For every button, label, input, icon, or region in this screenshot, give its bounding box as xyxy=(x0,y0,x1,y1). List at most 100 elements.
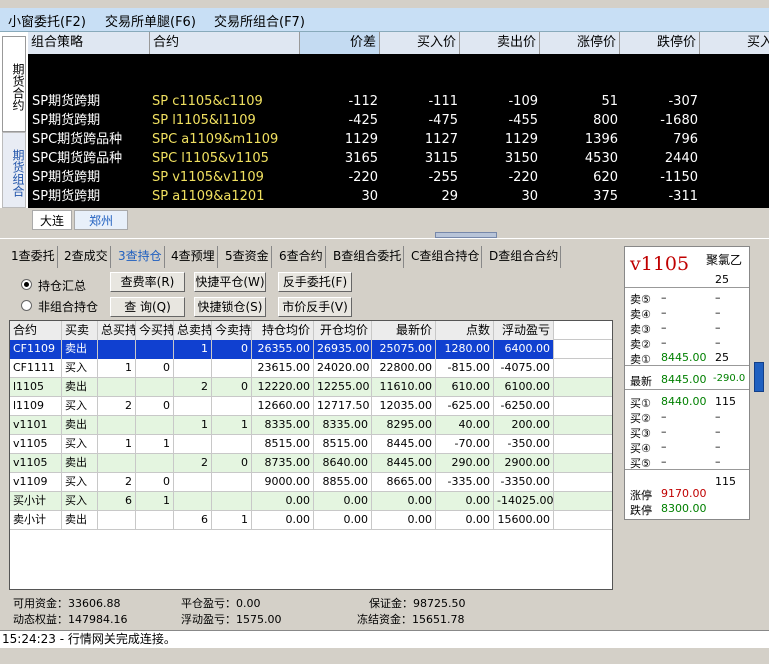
table-row[interactable]: v1105 卖出 2 0 8735.00 8640.00 8445.00 290.00 2900… xyxy=(10,454,612,473)
quote-ask-price[interactable]: – xyxy=(661,336,667,349)
col-total-short[interactable]: 总卖持 xyxy=(174,321,212,340)
col-points[interactable]: 点数 xyxy=(436,321,494,340)
quote-ask-price[interactable]: 8445.00 xyxy=(661,351,707,364)
quote-ask-price[interactable]: – xyxy=(661,306,667,319)
quote-ask-label: 卖③ xyxy=(630,323,651,336)
quote-ask-label: 卖⑤ xyxy=(630,293,651,306)
table-row[interactable]: l1105 卖出 2 0 12220.00 12255.00 11610.00 610.00 6… xyxy=(10,378,612,397)
quote-bid-price[interactable]: – xyxy=(661,455,667,468)
table-row[interactable]: 买小计 买入 6 1 0.00 0.00 0.00 0.00 -14025.00 xyxy=(10,492,612,511)
radio-non-combo-label: 非组合持仓 xyxy=(38,300,99,314)
market-reverse-button[interactable]: 市价反手(V) xyxy=(278,297,352,317)
col-hold-avg[interactable]: 持仓均价 xyxy=(252,321,314,340)
table-row[interactable]: CF1111 买入 1 0 23615.00 24020.00 22800.00 -815.0… xyxy=(10,359,612,378)
combo-grid-row[interactable]: SP期货跨期 SP a1109&a1201 30 29 30 375 -311 xyxy=(28,187,769,206)
quote-bid-price[interactable]: – xyxy=(661,410,667,423)
combo-cell-ask: -220 xyxy=(508,170,538,185)
table-row[interactable]: CF1109 卖出 1 0 26355.00 26935.00 25075.00 1280.0… xyxy=(10,340,612,359)
cell-today-short xyxy=(212,473,252,492)
col-side[interactable]: 买卖 xyxy=(62,321,98,340)
table-row[interactable]: 卖小计 卖出 6 1 0.00 0.00 0.00 0.00 15600.00 xyxy=(10,511,612,530)
combo-grid-row[interactable]: SP期货跨期 SP v1105&v1109 -220 -255 -220 620 -1150 xyxy=(28,168,769,187)
col-total-long[interactable]: 总买持 xyxy=(98,321,136,340)
quote-limit-up: 9170.00 xyxy=(661,487,707,500)
quick-close-button[interactable]: 快捷平仓(W) xyxy=(194,272,266,292)
col-last-price[interactable]: 最新价 xyxy=(372,321,436,340)
combo-cell-strategy: SP期货跨期 xyxy=(32,170,101,185)
combo-cell-limit-up: 620 xyxy=(593,170,618,185)
col-ask[interactable]: 卖出价 xyxy=(460,32,540,54)
quote-panel: v1105 聚氯乙 25 卖⑤ – – 卖④ – – 卖③ – – 卖② – – 卖① 8445.00 25… xyxy=(624,246,750,520)
tab-query-combo-orders[interactable]: B查组合委托 xyxy=(331,246,405,268)
cell-hold-avg: 23615.00 xyxy=(252,359,314,378)
quote-ask-price[interactable]: – xyxy=(661,321,667,334)
cell-float-pl: 15600.00 xyxy=(494,511,554,530)
quote-bid-label: 买① xyxy=(630,397,651,410)
combo-grid-row[interactable]: SP期货跨期 SP l1105&l1109 -425 -475 -455 800 -1680 xyxy=(28,111,769,130)
radio-position-summary[interactable] xyxy=(21,279,32,290)
tab-query-funds[interactable]: 5查资金 xyxy=(223,246,272,268)
tab-query-orders[interactable]: 1查委托 xyxy=(9,246,58,268)
quote-bid-price[interactable]: – xyxy=(661,440,667,453)
cell-today-short xyxy=(212,435,252,454)
fee-rate-button[interactable]: 查费率(R) xyxy=(110,272,185,292)
col-contract[interactable]: 合约 xyxy=(150,32,300,54)
quote-bid-price[interactable]: – xyxy=(661,425,667,438)
tab-query-contracts[interactable]: 6查合约 xyxy=(277,246,326,268)
radio-position-summary-label: 持仓汇总 xyxy=(38,279,87,293)
combo-cell-strategy: SP期货跨期 xyxy=(32,189,101,204)
tab-query-preorders[interactable]: 4查预埋 xyxy=(169,246,218,268)
quote-bid-price[interactable]: 8440.00 xyxy=(661,395,707,408)
col-spread[interactable]: 价差 xyxy=(300,32,380,54)
cell-today-long xyxy=(136,454,174,473)
cell-points: -70.00 xyxy=(436,435,494,454)
tab-query-positions[interactable]: 3查持仓 xyxy=(116,246,165,268)
combo-cell-ask: -455 xyxy=(508,113,538,128)
cell-total-long: 6 xyxy=(98,492,136,511)
tab-query-combo-positions[interactable]: C查组合持仓 xyxy=(409,246,483,268)
expand-arrow-icon[interactable] xyxy=(754,362,764,392)
cell-last-price: 8665.00 xyxy=(372,473,436,492)
col-today-short[interactable]: 今卖持 xyxy=(212,321,252,340)
combo-cell-limit-up: 1396 xyxy=(584,132,618,147)
menu-item-small-window[interactable]: 小窗委托(F2) xyxy=(8,11,86,30)
quote-ask-price[interactable]: – xyxy=(661,291,667,304)
table-row[interactable]: v1101 卖出 1 1 8335.00 8335.00 8295.00 40.00 200.0… xyxy=(10,416,612,435)
col-open-avg[interactable]: 开仓均价 xyxy=(314,321,372,340)
col-bid[interactable]: 买入价 xyxy=(380,32,460,54)
col-today-long[interactable]: 今买持 xyxy=(136,321,174,340)
menu-item-combo[interactable]: 交易所组合(F7) xyxy=(214,11,305,30)
cell-float-pl: 200.00 xyxy=(494,416,554,435)
tab-dalian[interactable]: 大连 xyxy=(32,210,72,230)
col-limit-up[interactable]: 涨停价 xyxy=(540,32,620,54)
tab-query-combo-contracts[interactable]: D查组合合约 xyxy=(487,246,562,268)
combo-grid-row[interactable]: SPC期货跨品种 SPC a1109&m1109 1129 1127 1129 1396 7… xyxy=(28,130,769,149)
table-row[interactable]: v1109 买入 2 0 9000.00 8855.00 8665.00 -335.00 -33… xyxy=(10,473,612,492)
tab-zhengzhou[interactable]: 郑州 xyxy=(74,210,128,230)
menu-item-single-leg[interactable]: 交易所单腿(F6) xyxy=(105,11,196,30)
cell-side: 买入 xyxy=(62,397,98,416)
tab-futures-combo[interactable]: 期货组合 xyxy=(2,132,26,208)
close-profit-loss: 平仓盈亏：0.00 xyxy=(181,597,261,610)
tab-futures-contract[interactable]: 期货合约 xyxy=(2,36,26,132)
reverse-order-button[interactable]: 反手委托(F) xyxy=(278,272,352,292)
col-limit-down[interactable]: 跌停价 xyxy=(620,32,700,54)
radio-non-combo[interactable] xyxy=(21,300,32,311)
cell-last-price: 12035.00 xyxy=(372,397,436,416)
col-bid-vol[interactable]: 买入量 xyxy=(700,32,769,54)
combo-cell-contract: SP v1105&v1109 xyxy=(152,170,264,185)
table-row[interactable]: l1109 买入 2 0 12660.00 12717.50 12035.00 -625.00… xyxy=(10,397,612,416)
col-float-pl[interactable]: 浮动盈亏 xyxy=(494,321,554,340)
query-button[interactable]: 查 询(Q) xyxy=(110,297,185,317)
col-strategy[interactable]: 组合策略 xyxy=(28,32,150,54)
cell-today-short xyxy=(212,359,252,378)
quote-side-scroll[interactable] xyxy=(752,246,769,436)
combo-grid-row[interactable]: SP期货跨期 SP c1105&c1109 -112 -111 -109 51 -3072 xyxy=(28,92,769,111)
combo-grid-row[interactable]: SPC期货跨品种 SPC l1105&v1105 3165 3115 3150 4530 2… xyxy=(28,149,769,168)
tab-query-trades[interactable]: 2查成交 xyxy=(62,246,111,268)
col-contract[interactable]: 合约 xyxy=(10,321,62,340)
cell-points: 0.00 xyxy=(436,492,494,511)
quick-lock-button[interactable]: 快捷锁仓(S) xyxy=(194,297,266,317)
table-row[interactable]: v1105 买入 1 1 8515.00 8515.00 8445.00 -70.00 -350… xyxy=(10,435,612,454)
cell-today-long xyxy=(136,378,174,397)
